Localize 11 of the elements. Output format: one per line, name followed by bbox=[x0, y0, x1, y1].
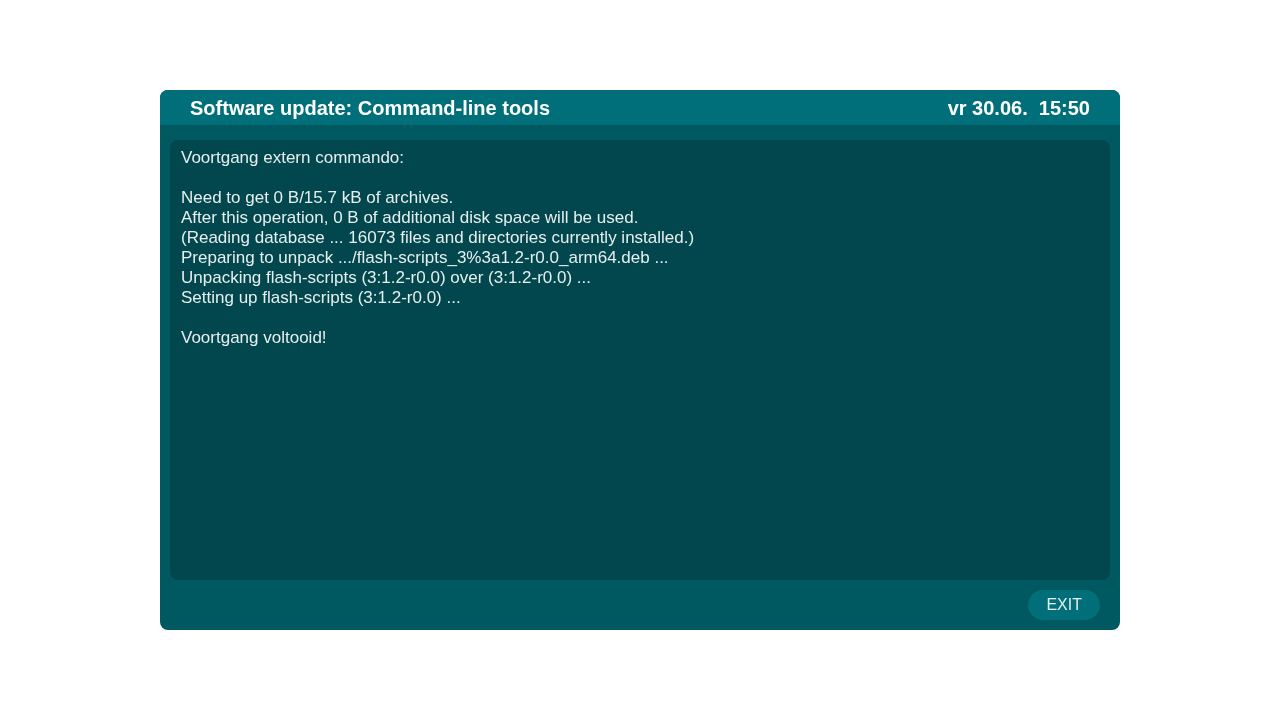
log-line: Unpacking flash-scripts (3:1.2-r0.0) over (3:1.2-r0.0) ... bbox=[181, 268, 593, 288]
log-line: Preparing to unpack .../flash-scripts_3%3a1.2-r0.0_arm64.deb ... bbox=[181, 248, 670, 268]
log-line: After this operation, 0 B of additional disk space will be used. bbox=[181, 208, 640, 228]
log-line: (Reading database ... 16073 files and directories currently installed.) bbox=[181, 228, 696, 248]
log-heading: Voortgang extern commando: bbox=[181, 148, 406, 168]
clock-text: vr 30.06. 15:50 bbox=[947, 95, 1090, 121]
log-footer: Voortgang voltooid! bbox=[181, 328, 1099, 348]
log-line: Need to get 0 B/15.7 kB of archives. bbox=[181, 188, 455, 208]
window-title: Software update: Command-line tools bbox=[190, 95, 551, 121]
exit-button[interactable]: EXIT bbox=[1028, 590, 1100, 620]
log-line: Setting up flash-scripts (3:1.2-r0.0) ... bbox=[181, 288, 462, 308]
